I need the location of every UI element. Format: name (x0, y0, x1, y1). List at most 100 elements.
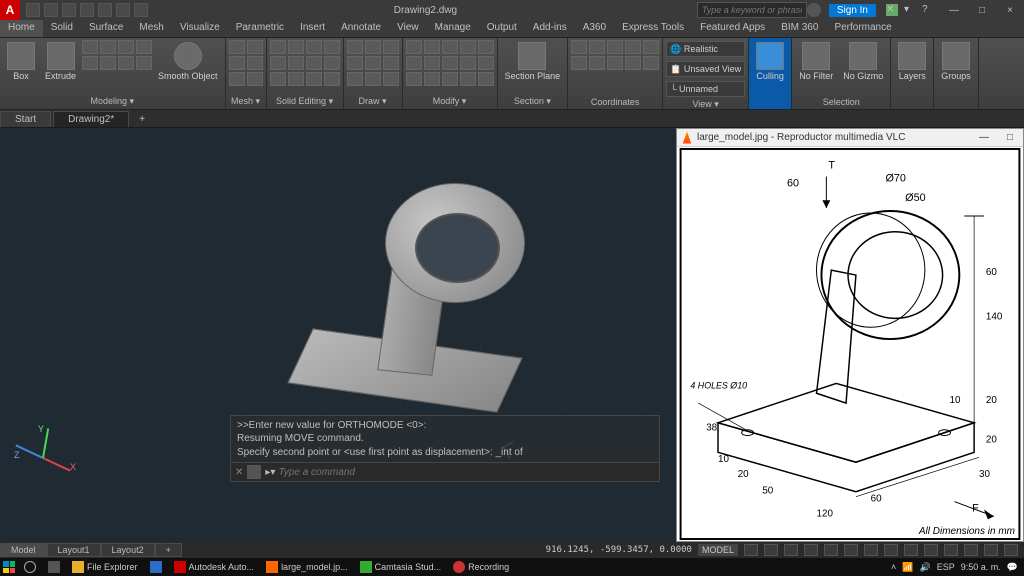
tray-language[interactable]: ESP (937, 562, 955, 572)
customize-icon[interactable] (1004, 544, 1018, 556)
panel-section-title[interactable]: Section ▾ (501, 95, 565, 107)
se-icon-1[interactable] (270, 40, 286, 54)
subtract-icon[interactable] (118, 56, 134, 70)
mirror-icon[interactable] (406, 56, 422, 70)
trim-icon[interactable] (442, 40, 458, 54)
tray-volume-icon[interactable]: 🔊 (920, 562, 931, 573)
sweep-icon[interactable] (136, 40, 152, 54)
transparency-toggle-icon[interactable] (924, 544, 938, 556)
no-gizmo-button[interactable]: No Gizmo (839, 40, 887, 96)
align-icon[interactable] (442, 72, 458, 86)
coord-icon-3[interactable] (607, 40, 623, 54)
revolve-icon[interactable] (100, 40, 116, 54)
line-icon[interactable] (347, 40, 363, 54)
cycling-toggle-icon[interactable] (944, 544, 958, 556)
stretch-icon[interactable] (460, 56, 476, 70)
no-filter-button[interactable]: No Filter (795, 40, 837, 96)
mesh-icon-6[interactable] (247, 72, 263, 86)
minimize-button[interactable]: — (940, 0, 968, 20)
tab-home[interactable]: Home (0, 20, 43, 37)
chamfer-icon[interactable] (460, 72, 476, 86)
se-icon-6[interactable] (288, 56, 304, 70)
groups-button[interactable]: Groups (937, 40, 975, 107)
tray-clock[interactable]: 9:50 a. m. (961, 562, 1001, 572)
stayconnected-icon[interactable]: ▾ (904, 4, 916, 16)
tray-network-icon[interactable]: 📶 (902, 562, 913, 573)
polysolid-icon[interactable] (82, 40, 98, 54)
se-icon-7[interactable] (306, 56, 322, 70)
mesh-icon-1[interactable] (229, 40, 245, 54)
dyninput-toggle-icon[interactable] (884, 544, 898, 556)
osnap-toggle-icon[interactable] (824, 544, 838, 556)
tray-notifications-icon[interactable]: 💬 (1007, 562, 1018, 573)
coord-icon-2[interactable] (589, 40, 605, 54)
tab-manage[interactable]: Manage (427, 20, 479, 37)
lineweight-toggle-icon[interactable] (904, 544, 918, 556)
new-tab-button[interactable]: + (131, 112, 153, 127)
qat-open-icon[interactable] (44, 3, 58, 17)
panel-coordinates-title[interactable]: Coordinates (571, 96, 659, 107)
tab-model-space[interactable]: Model (0, 543, 47, 557)
exchange-icon[interactable]: ✕ (886, 4, 898, 16)
se-icon-11[interactable] (306, 72, 322, 86)
help-search-input[interactable] (697, 2, 807, 18)
union-icon[interactable] (100, 56, 116, 70)
tab-solid[interactable]: Solid (43, 20, 81, 37)
se-icon-9[interactable] (270, 72, 286, 86)
section-plane-button[interactable]: Section Plane (501, 40, 565, 95)
tab-express[interactable]: Express Tools (614, 20, 692, 37)
offset-icon[interactable] (424, 72, 440, 86)
smooth-object-button[interactable]: Smooth Object (154, 40, 222, 95)
cmd-handle-icon[interactable]: ✕ (235, 467, 243, 478)
fillet-icon[interactable] (424, 56, 440, 70)
3dosnap-toggle-icon[interactable] (844, 544, 858, 556)
sign-in-button[interactable]: Sign In (829, 4, 876, 17)
coord-icon-7[interactable] (589, 56, 605, 70)
panel-solid-editing-title[interactable]: Solid Editing ▾ (270, 95, 340, 107)
extrude-button[interactable]: Extrude (41, 40, 80, 95)
tab-output[interactable]: Output (479, 20, 525, 37)
polyline-icon[interactable] (365, 40, 381, 54)
tab-parametric[interactable]: Parametric (228, 20, 292, 37)
qat-saveas-icon[interactable] (80, 3, 94, 17)
se-icon-10[interactable] (288, 72, 304, 86)
tab-mesh[interactable]: Mesh (131, 20, 171, 37)
qat-undo-icon[interactable] (116, 3, 130, 17)
taskbar-store-icon[interactable] (144, 558, 168, 576)
polar-toggle-icon[interactable] (804, 544, 818, 556)
circle-icon[interactable] (383, 40, 399, 54)
se-icon-4[interactable] (324, 40, 340, 54)
se-icon-3[interactable] (306, 40, 322, 54)
ucs-icon[interactable]: X Y Z (18, 422, 78, 482)
tab-start[interactable]: Start (0, 111, 51, 127)
tab-drawing2[interactable]: Drawing2* (53, 111, 129, 127)
start-button[interactable] (0, 558, 18, 576)
mesh-icon-3[interactable] (229, 56, 245, 70)
scale-icon[interactable] (478, 56, 494, 70)
lengthen-icon[interactable] (478, 72, 494, 86)
coord-icon-6[interactable] (571, 56, 587, 70)
tab-visualize[interactable]: Visualize (172, 20, 228, 37)
annomonitor-icon[interactable] (964, 544, 978, 556)
help-icon[interactable]: ? (922, 4, 934, 16)
vlc-minimize-button[interactable]: — (971, 132, 997, 143)
mesh-icon-5[interactable] (229, 72, 245, 86)
se-icon-5[interactable] (270, 56, 286, 70)
tray-chevron-icon[interactable]: ˄ (891, 562, 896, 572)
panel-view-title[interactable]: View ▾ (666, 98, 745, 110)
taskbar-vlc[interactable]: large_model.jp... (260, 558, 354, 576)
ortho-toggle-icon[interactable] (784, 544, 798, 556)
tab-surface[interactable]: Surface (81, 20, 131, 37)
rect-icon[interactable] (365, 56, 381, 70)
coord-icon-1[interactable] (571, 40, 587, 54)
tab-layout1[interactable]: Layout1 (47, 543, 101, 557)
vlc-maximize-button[interactable]: □ (997, 132, 1023, 143)
visual-style-dropdown[interactable]: 🌐 Realistic (666, 41, 745, 57)
region-icon[interactable] (383, 72, 399, 86)
tab-layout2[interactable]: Layout2 (101, 543, 155, 557)
tab-performance[interactable]: Performance (826, 20, 899, 37)
tab-featured[interactable]: Featured Apps (692, 20, 773, 37)
taskbar-autocad[interactable]: Autodesk Auto... (168, 558, 261, 576)
ucs-name-dropdown[interactable]: └ Unnamed (666, 81, 745, 97)
se-icon-2[interactable] (288, 40, 304, 54)
